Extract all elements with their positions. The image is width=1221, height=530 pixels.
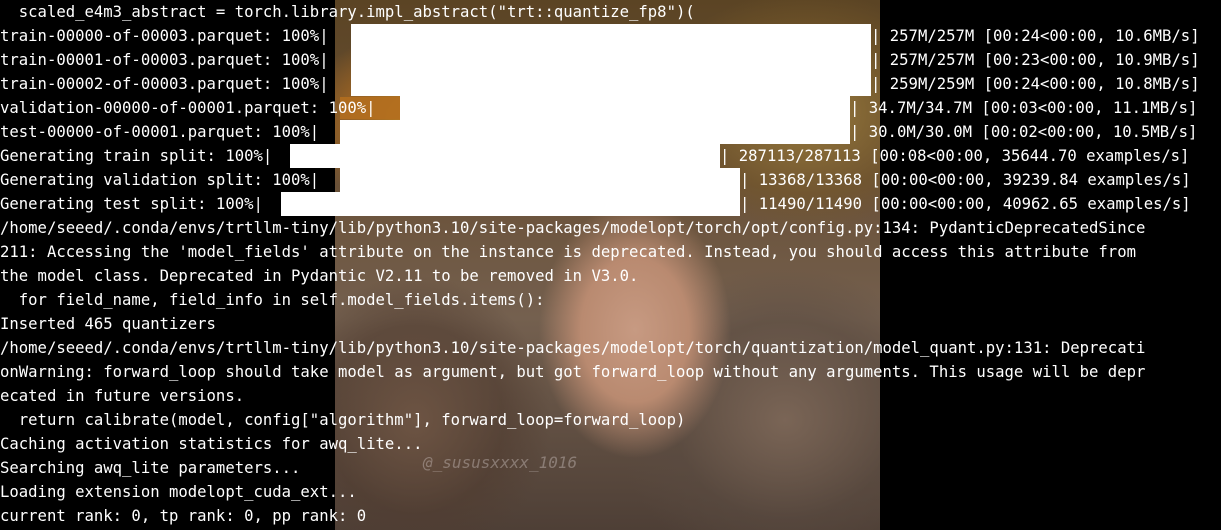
terminal-line: for field_name, field_info in self.model… <box>0 291 545 309</box>
terminal-line: /home/seeed/.conda/envs/trtllm-tiny/lib/… <box>0 219 1146 237</box>
terminal-line: ecated in future versions. <box>0 387 245 405</box>
terminal-line: scaled_e4m3_abstract = torch.library.imp… <box>0 3 695 21</box>
progress-stats: | 11490/11490 [00:00<00:00, 40962.65 exa… <box>740 195 1191 213</box>
progress-stats: | 30.0M/30.0M [00:02<00:00, 10.5MB/s] <box>850 123 1198 141</box>
progress-label: validation-00000-of-00001.parquet: 100%| <box>0 99 376 117</box>
progress-stats: | 34.7M/34.7M [00:03<00:00, 11.1MB/s] <box>850 99 1198 117</box>
terminal-line: return calibrate(model, config["algorith… <box>0 411 686 429</box>
terminal-line: Inserted 465 quantizers <box>0 315 216 333</box>
progress-label: train-00001-of-00003.parquet: 100%| <box>0 51 329 69</box>
progress-label: Generating validation split: 100%| <box>0 171 320 189</box>
terminal-line: onWarning: forward_loop should take mode… <box>0 363 1146 381</box>
progress-bar-fill <box>340 168 740 192</box>
progress-bar-fill <box>351 72 871 96</box>
progress-bar-fill <box>340 120 850 144</box>
progress-stats: | 13368/13368 [00:00<00:00, 39239.84 exa… <box>740 171 1191 189</box>
progress-label: Generating train split: 100%| <box>0 147 273 165</box>
progress-bar-fill <box>351 48 871 72</box>
terminal-line: 211: Accessing the 'model_fields' attrib… <box>0 243 1136 261</box>
terminal-line: Searching awq_lite parameters... <box>0 459 301 477</box>
terminal-prompt-line[interactable]: current rank: 0, tp rank: 0, pp rank: 0 <box>0 504 366 528</box>
progress-stats: | 287113/287113 [00:08<00:00, 35644.70 e… <box>720 147 1190 165</box>
progress-bar-fill <box>281 192 740 216</box>
terminal-line: the model class. Deprecated in Pydantic … <box>0 267 639 285</box>
progress-label: train-00002-of-00003.parquet: 100%| <box>0 75 329 93</box>
terminal-line: Loading extension modelopt_cuda_ext... <box>0 483 357 501</box>
progress-stats: | 259M/259M [00:24<00:00, 10.8MB/s] <box>871 75 1200 93</box>
progress-stats: | 257M/257M [00:23<00:00, 10.9MB/s] <box>871 51 1200 69</box>
progress-stats: | 257M/257M [00:24<00:00, 10.6MB/s] <box>871 27 1200 45</box>
progress-bar-fill <box>351 24 871 48</box>
progress-label: Generating test split: 100%| <box>0 195 263 213</box>
progress-label: test-00000-of-00001.parquet: 100%| <box>0 123 320 141</box>
progress-bar-fill <box>290 144 720 168</box>
progress-label: train-00000-of-00003.parquet: 100%| <box>0 27 329 45</box>
terminal-line: Caching activation statistics for awq_li… <box>0 435 423 453</box>
terminal-line: /home/seeed/.conda/envs/trtllm-tiny/lib/… <box>0 339 1146 357</box>
terminal-output: scaled_e4m3_abstract = torch.library.imp… <box>0 0 1221 530</box>
progress-bar-fill <box>400 96 850 120</box>
